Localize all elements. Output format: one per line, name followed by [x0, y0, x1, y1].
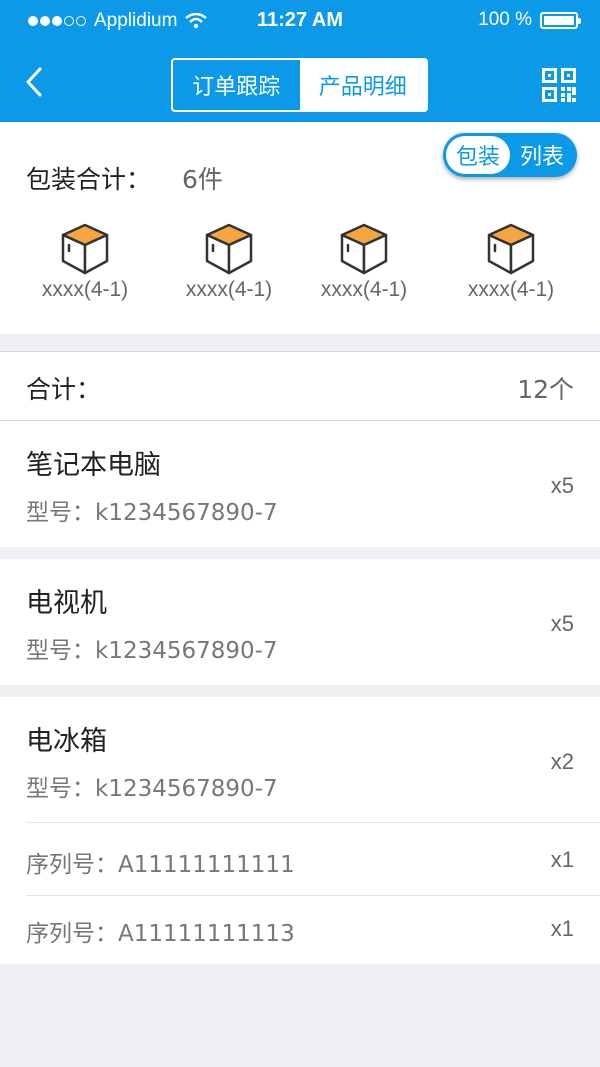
view-toggle[interactable]: 包装 列表: [443, 133, 577, 177]
divider: [26, 895, 600, 896]
packaging-total-label: 包装合计：: [26, 165, 152, 194]
divider: [26, 822, 600, 823]
chevron-left-icon[interactable]: [20, 64, 50, 100]
battery-percent: 100 %: [478, 9, 532, 30]
summary-label: 合计：: [26, 375, 102, 404]
product-model: 型号：k1234567890-7: [26, 500, 278, 526]
segmented-control: 订单跟踪 产品明细: [171, 58, 428, 112]
summary-value: 12个: [517, 375, 574, 404]
product-qty: x5: [550, 611, 574, 636]
status-bar: Applidium 11:27 AM 100 %: [0, 0, 600, 42]
serial-qty: x1: [550, 847, 574, 872]
packaging-card: 包装合计： 6件 包装 列表 xxxx(4-1) xxxx(4-1) xxxx(…: [0, 122, 600, 334]
battery-icon: [540, 11, 581, 29]
package-item[interactable]: xxxx(4-1): [20, 222, 150, 302]
product-name: 电视机: [26, 588, 107, 619]
package-item[interactable]: xxxx(4-1): [299, 222, 429, 302]
product-card[interactable]: 电视机 型号：k1234567890-7 x5: [0, 559, 600, 685]
summary-row: 合计： 12个: [0, 351, 600, 421]
package-item[interactable]: xxxx(4-1): [164, 222, 294, 302]
battery-group: 100 %: [478, 9, 581, 31]
box-icon: [205, 223, 253, 275]
product-qty: x5: [550, 473, 574, 498]
package-label: xxxx(4-1): [185, 278, 273, 301]
tab-product-details[interactable]: 产品明细: [299, 60, 426, 110]
product-name: 电冰箱: [26, 726, 107, 757]
package-item[interactable]: xxxx(4-1): [446, 222, 576, 302]
box-icon: [487, 223, 535, 275]
packaging-total-count: 6件: [182, 165, 223, 194]
product-model: 型号：k1234567890-7: [26, 776, 278, 802]
product-qty: x2: [550, 749, 574, 774]
serial-number: 序列号：A11111111113: [26, 921, 295, 947]
box-icon: [61, 223, 109, 275]
box-icon: [340, 223, 388, 275]
package-label: xxxx(4-1): [320, 278, 408, 301]
serial-qty: x1: [550, 916, 574, 941]
tab-order-tracking[interactable]: 订单跟踪: [173, 60, 300, 110]
product-card[interactable]: 电冰箱 型号：k1234567890-7 x2 序列号：A11111111111…: [0, 697, 600, 964]
nav-bar: 订单跟踪 产品明细: [0, 42, 600, 122]
toggle-packaging[interactable]: 包装: [446, 136, 510, 174]
toggle-list[interactable]: 列表: [510, 136, 574, 174]
product-model: 型号：k1234567890-7: [26, 638, 278, 664]
serial-number: 序列号：A11111111111: [26, 852, 295, 878]
product-name: 笔记本电脑: [26, 450, 161, 481]
package-label: xxxx(4-1): [41, 278, 129, 301]
qr-code-icon[interactable]: [542, 68, 576, 102]
product-card[interactable]: 笔记本电脑 型号：k1234567890-7 x5: [0, 421, 600, 547]
package-label: xxxx(4-1): [467, 278, 555, 301]
